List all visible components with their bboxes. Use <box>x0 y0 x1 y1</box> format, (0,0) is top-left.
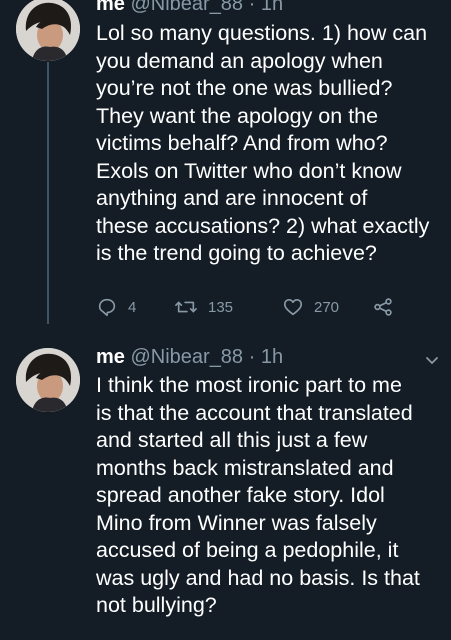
text-line: anything and are innocent of <box>96 186 368 210</box>
text-line: you demand an apology when <box>96 48 383 73</box>
reply-button[interactable]: 4 <box>96 294 136 320</box>
text-line: spread another fake story. Idol <box>96 483 385 507</box>
reply-icon <box>98 298 116 317</box>
retweet-icon <box>175 301 197 313</box>
chevron-down-icon[interactable] <box>424 352 440 368</box>
separator-dot: · <box>248 0 256 15</box>
avatar[interactable] <box>16 348 80 412</box>
text-line: accused of being a pedophile, it <box>96 538 399 562</box>
avatar[interactable] <box>16 0 80 61</box>
text-line: victims behalf? And from who? <box>96 131 388 155</box>
text-line: I think the most ironic part to me <box>96 373 402 397</box>
tweet-header: me @Nibear_88 · 1h <box>96 345 283 369</box>
user-handle[interactable]: @Nibear_88 <box>130 346 243 368</box>
tweet-text: I think the most ironic part to me is th… <box>96 372 446 620</box>
text-line: Exols on Twitter who don’t know <box>96 158 402 183</box>
text-line: not bullying? <box>96 593 217 617</box>
display-name[interactable]: me <box>96 0 125 15</box>
text-line: They want the apology on the <box>96 103 379 128</box>
text-line: you’re not the one was bullied? <box>96 76 393 100</box>
share-button[interactable] <box>372 294 394 320</box>
text-line: is the trend going to achieve? <box>96 241 377 265</box>
tweet-header: me @Nibear_88 · 1h <box>96 0 283 16</box>
heart-icon <box>283 299 303 316</box>
text-line: was ugly and had no basis. Is that <box>96 565 420 590</box>
tweet-actions: 4 135 270 <box>96 294 406 320</box>
separator-dot: · <box>248 346 256 368</box>
text-line: months back mistranslated and <box>96 455 394 480</box>
retweet-button[interactable]: 135 <box>174 294 233 320</box>
text-line: is that the account that translated <box>96 400 413 425</box>
tweet-2[interactable]: me @Nibear_88 · 1h I think the most iron… <box>0 330 451 640</box>
profile-photo-icon <box>16 0 80 61</box>
user-handle[interactable]: @Nibear_88 <box>130 0 243 15</box>
share-icon <box>374 298 392 316</box>
profile-photo-icon <box>16 348 80 412</box>
reply-count: 4 <box>128 298 137 316</box>
timestamp[interactable]: 1h <box>261 0 283 15</box>
like-button[interactable]: 270 <box>282 294 339 320</box>
tweet-1[interactable]: me @Nibear_88 · 1h Lol so many questions… <box>0 0 451 330</box>
text-line: Lol so many questions. 1) how can <box>96 21 428 45</box>
retweet-count: 135 <box>208 298 234 316</box>
text-line: and started all this just a few <box>96 428 368 452</box>
timestamp[interactable]: 1h <box>261 346 283 368</box>
display-name[interactable]: me <box>96 346 125 368</box>
like-count: 270 <box>314 298 340 316</box>
text-line: Mino from Winner was falsely <box>96 510 377 535</box>
text-line: these accusations? 2) what exactly <box>96 213 430 238</box>
tweet-text: Lol so many questions. 1) how can you de… <box>96 20 446 268</box>
